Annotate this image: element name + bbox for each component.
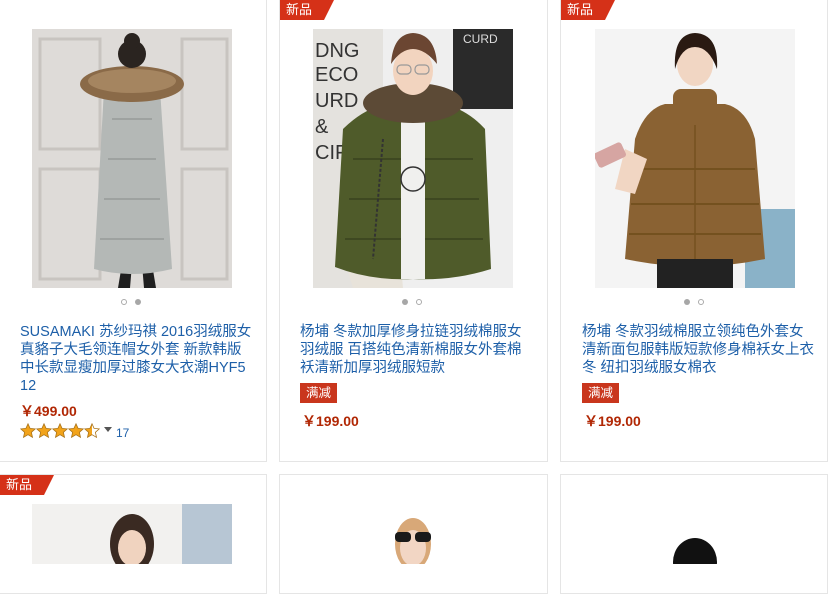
promo-tag: 满减 xyxy=(300,383,338,403)
product-price: ￥499.00 xyxy=(20,403,77,419)
product-image[interactable] xyxy=(313,504,513,564)
new-badge: 新品 xyxy=(561,0,615,20)
carousel-dot[interactable] xyxy=(416,299,422,305)
new-badge: 新品 xyxy=(0,475,54,495)
product-card[interactable]: 新品 杨埔 冬款羽绒棉服立领纯色外套女清新面包服韩版短款修身棉袄女上衣冬 纽扣羽… xyxy=(560,0,828,462)
svg-text:CURD: CURD xyxy=(463,32,498,46)
product-card[interactable] xyxy=(279,474,548,594)
product-image[interactable] xyxy=(32,29,232,288)
product-price: ￥199.00 xyxy=(302,413,359,429)
new-badge: 新品 xyxy=(280,0,334,20)
product-card[interactable] xyxy=(560,474,828,594)
product-card[interactable]: SUSAMAKI 苏纱玛祺 2016羽绒服女真貉子大毛领连帽女外套 新款韩版中长… xyxy=(0,0,267,462)
product-price: ￥199.00 xyxy=(584,413,641,429)
image-carousel-dots xyxy=(402,299,432,307)
svg-text:URD: URD xyxy=(315,90,358,112)
carousel-dot[interactable] xyxy=(698,299,704,305)
product-image[interactable] xyxy=(595,29,795,288)
product-image[interactable]: DNG ECO URD & CIF CURD xyxy=(313,29,513,288)
new-badge-label: 新品 xyxy=(6,477,33,492)
image-carousel-dots xyxy=(684,299,714,307)
product-title-link[interactable]: 杨埔 冬款羽绒棉服立领纯色外套女清新面包服韩版短款修身棉袄女上衣冬 纽扣羽绒服女… xyxy=(582,323,814,377)
promo-tag: 满减 xyxy=(582,383,620,403)
new-badge-label: 新品 xyxy=(567,2,594,17)
rating-count-link[interactable]: 17 xyxy=(116,426,129,440)
carousel-dot-active[interactable] xyxy=(135,299,141,305)
product-image[interactable] xyxy=(595,504,795,564)
product-card[interactable]: DNG ECO URD & CIF CURD 新品 杨埔 冬款加厚修身拉链羽绒棉… xyxy=(279,0,548,462)
product-title-link[interactable]: 杨埔 冬款加厚修身拉链羽绒棉服女羽绒服 百搭纯色清新棉服女外套棉袄清新加厚羽绒服… xyxy=(300,323,532,377)
star-rating[interactable] xyxy=(20,423,100,439)
svg-text:&: & xyxy=(315,116,329,138)
chevron-down-icon[interactable] xyxy=(104,427,112,432)
new-badge-label: 新品 xyxy=(286,2,313,17)
product-image[interactable] xyxy=(32,504,232,564)
svg-text:ECO: ECO xyxy=(315,64,358,86)
image-carousel-dots xyxy=(121,299,151,307)
carousel-dot-active[interactable] xyxy=(684,299,690,305)
svg-text:DNG: DNG xyxy=(315,40,359,62)
product-card[interactable]: 新品 xyxy=(0,474,267,594)
carousel-dot-active[interactable] xyxy=(402,299,408,305)
product-title-link[interactable]: SUSAMAKI 苏纱玛祺 2016羽绒服女真貉子大毛领连帽女外套 新款韩版中长… xyxy=(20,323,252,395)
carousel-dot[interactable] xyxy=(121,299,127,305)
